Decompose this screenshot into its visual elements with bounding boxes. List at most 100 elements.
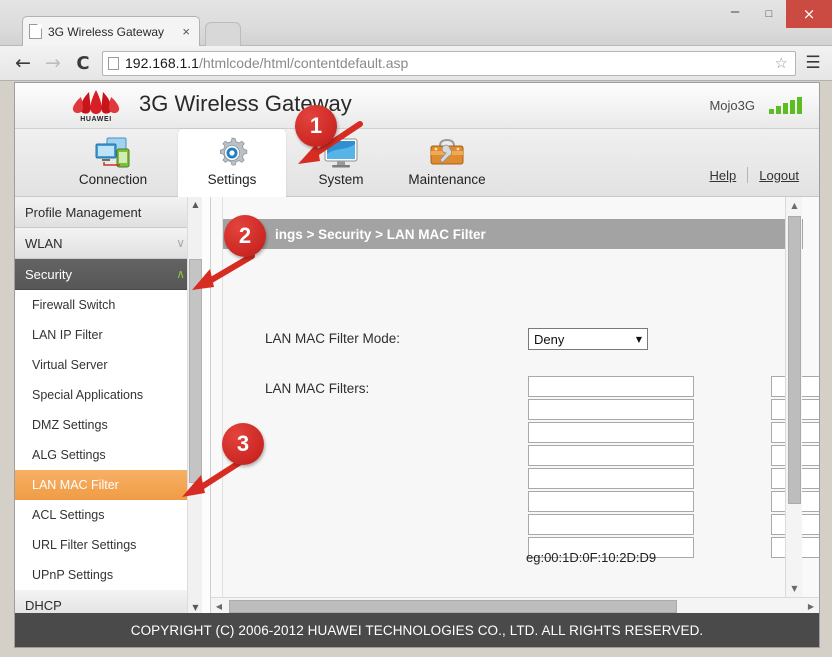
- sidebar-item-virtual-server-label: Virtual Server: [32, 358, 108, 372]
- sidebar-group-dhcp[interactable]: DHCP: [15, 590, 195, 615]
- sidebar-item-lan-ip-filter-label: LAN IP Filter: [32, 328, 103, 342]
- filter-mode-value: Deny: [534, 331, 565, 347]
- close-tab-icon[interactable]: ×: [179, 24, 193, 39]
- filter-mode-label: LAN MAC Filter Mode:: [265, 331, 401, 346]
- content-scrollbar-thumb[interactable]: [788, 216, 801, 504]
- content-scroll-up-icon[interactable]: ▲: [786, 197, 803, 214]
- content-area: ings > Security > LAN MAC Filter LAN MAC…: [211, 197, 819, 624]
- reload-icon[interactable]: C: [68, 53, 98, 74]
- security-page-icon: [108, 56, 119, 70]
- mac-filter-input[interactable]: [528, 376, 694, 397]
- sidebar-group-security[interactable]: Security ∧: [15, 259, 195, 290]
- device-name: Mojo3G: [709, 98, 755, 113]
- new-tab-button[interactable]: [205, 22, 241, 46]
- url-host: 192.168.1.1: [125, 55, 199, 71]
- sidebar-group-security-label: Security: [25, 266, 72, 282]
- mac-filter-column-left: [528, 376, 694, 560]
- main-nav: Connection Settings System Maintenance H…: [15, 129, 819, 197]
- sidebar-item-lan-ip-filter[interactable]: LAN IP Filter: [15, 320, 195, 350]
- sidebar-item-lan-mac-filter[interactable]: LAN MAC Filter: [15, 470, 195, 500]
- mac-filters-label: LAN MAC Filters:: [265, 381, 370, 396]
- gear-icon: [215, 135, 249, 171]
- mac-filter-input[interactable]: [528, 468, 694, 489]
- content-scroll-left-icon[interactable]: ◀: [211, 602, 227, 611]
- sidebar-item-virtual-server[interactable]: Virtual Server: [15, 350, 195, 380]
- forward-icon[interactable]: →: [38, 52, 68, 74]
- copyright-footer: COPYRIGHT (C) 2006-2012 HUAWEI TECHNOLOG…: [15, 613, 819, 647]
- help-link[interactable]: Help: [709, 168, 736, 183]
- sidebar-item-dmz-settings-label: DMZ Settings: [32, 418, 108, 432]
- content-scroll-right-icon[interactable]: ▶: [803, 602, 819, 611]
- content-hscrollbar-thumb[interactable]: [229, 600, 677, 613]
- mac-filter-input[interactable]: [528, 399, 694, 420]
- sidebar-item-alg-settings[interactable]: ALG Settings: [15, 440, 195, 470]
- sidebar-item-dmz-settings[interactable]: DMZ Settings: [15, 410, 195, 440]
- huawei-wordmark: HUAWEI: [80, 116, 112, 123]
- sidebar-group-wlan-label: WLAN: [25, 235, 63, 251]
- browser-menu-icon[interactable]: ☰: [798, 53, 828, 73]
- page-body: Profile Management WLAN ∨ Security ∧ Fir…: [15, 197, 819, 624]
- app-header: HUAWEI 3G Wireless Gateway Mojo3G: [15, 83, 819, 129]
- bookmark-star-icon[interactable]: ☆: [775, 54, 790, 72]
- annotation-badge-1: 1: [295, 105, 337, 147]
- annotation-badge-3: 3: [222, 423, 264, 465]
- signal-bars-icon: [769, 96, 803, 114]
- mac-format-example: eg:00:1D:0F:10:2D:D9: [526, 550, 657, 565]
- tab-connection-label: Connection: [78, 172, 148, 187]
- toolbox-icon: [428, 135, 466, 171]
- mac-filter-input[interactable]: [528, 445, 694, 466]
- sidebar-item-lan-mac-filter-label: LAN MAC Filter: [32, 478, 119, 492]
- mac-filter-input[interactable]: [528, 514, 694, 535]
- sidebar-item-url-filter-settings[interactable]: URL Filter Settings: [15, 530, 195, 560]
- huawei-flower-icon: [72, 90, 120, 114]
- sidebar-item-firewall-switch[interactable]: Firewall Switch: [15, 290, 195, 320]
- tab-maintenance[interactable]: Maintenance: [393, 129, 501, 197]
- browser-window: – □ × 3G Wireless Gateway × ← → C 192.16…: [0, 0, 832, 657]
- logout-link[interactable]: Logout: [759, 168, 799, 183]
- back-icon[interactable]: ←: [8, 52, 38, 74]
- sidebar-item-acl-settings[interactable]: ACL Settings: [15, 500, 195, 530]
- sidebar-item-firewall-switch-label: Firewall Switch: [32, 298, 116, 312]
- sidebar-group-wlan[interactable]: WLAN ∨: [15, 228, 195, 259]
- browser-tab-title: 3G Wireless Gateway: [48, 24, 165, 39]
- tab-maintenance-label: Maintenance: [408, 172, 486, 187]
- url-path: /htmlcode/html/contentdefault.asp: [198, 55, 409, 71]
- sidebar-item-upnp-settings-label: UPnP Settings: [32, 568, 114, 582]
- content-inner: ings > Security > LAN MAC Filter LAN MAC…: [222, 197, 819, 624]
- sidebar-scrollbar-thumb[interactable]: [189, 259, 202, 483]
- browser-toolbar: ← → C 192.168.1.1/htmlcode/html/contentd…: [0, 46, 832, 81]
- content-scroll-down-icon[interactable]: ▼: [786, 580, 803, 597]
- browser-tab[interactable]: 3G Wireless Gateway ×: [22, 16, 200, 46]
- tab-system-label: System: [318, 172, 364, 187]
- content-vertical-scrollbar[interactable]: ▲ ▼: [785, 197, 802, 597]
- chevron-up-icon: ∧: [176, 267, 185, 281]
- filter-mode-select[interactable]: Deny ▼: [528, 328, 648, 350]
- address-bar[interactable]: 192.168.1.1/htmlcode/html/contentdefault…: [102, 50, 796, 76]
- sidebar-item-url-filter-settings-label: URL Filter Settings: [32, 538, 137, 552]
- tab-settings-label: Settings: [207, 172, 257, 187]
- page-favicon-icon: [29, 24, 42, 39]
- chevron-down-icon: ∨: [176, 236, 185, 250]
- sidebar-group-dhcp-label: DHCP: [25, 597, 62, 613]
- mac-filter-input[interactable]: [528, 422, 694, 443]
- header-links: Help Logout: [709, 167, 799, 183]
- sidebar-item-alg-settings-label: ALG Settings: [32, 448, 106, 462]
- huawei-logo: HUAWEI: [65, 86, 127, 126]
- sidebar-group-profile-management[interactable]: Profile Management: [15, 197, 195, 228]
- sidebar-scroll-up-icon[interactable]: ▲: [188, 197, 203, 212]
- tab-strip: 3G Wireless Gateway ×: [0, 16, 832, 46]
- chevron-down-icon: ▼: [635, 334, 642, 344]
- tab-connection[interactable]: Connection: [59, 129, 167, 197]
- sidebar-scroll-area: Profile Management WLAN ∨ Security ∧ Fir…: [15, 197, 195, 615]
- annotation-badge-2: 2: [224, 215, 266, 257]
- sidebar-group-profile-management-label: Profile Management: [25, 204, 142, 220]
- connection-icon: [94, 135, 132, 171]
- sidebar-item-acl-settings-label: ACL Settings: [32, 508, 105, 522]
- tab-settings[interactable]: Settings: [178, 129, 286, 197]
- sidebar-item-special-applications-label: Special Applications: [32, 388, 144, 402]
- sidebar-item-special-applications[interactable]: Special Applications: [15, 380, 195, 410]
- mac-filter-input[interactable]: [528, 491, 694, 512]
- browser-titlebar: – □ × 3G Wireless Gateway ×: [0, 0, 832, 46]
- sidebar-item-upnp-settings[interactable]: UPnP Settings: [15, 560, 195, 590]
- lan-mac-filter-panel: LAN MAC Filter Mode: Deny ▼ LAN MAC Filt…: [223, 249, 819, 624]
